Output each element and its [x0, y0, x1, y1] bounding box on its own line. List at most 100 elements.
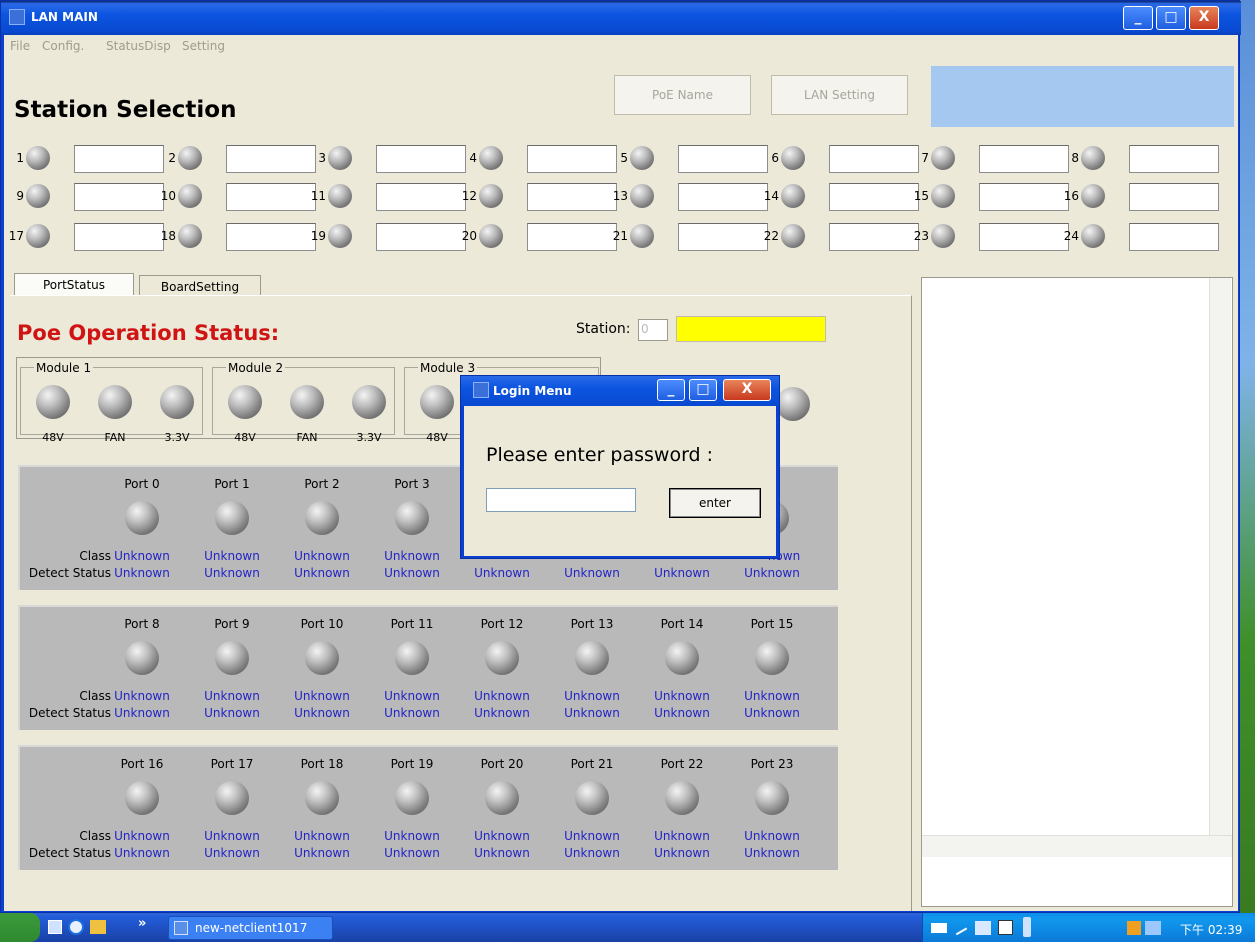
station-name-field[interactable] [979, 183, 1069, 211]
minimize-button[interactable]: _ [1123, 6, 1153, 30]
station-name-field[interactable] [979, 223, 1069, 251]
menu-statusdisp[interactable]: StatusDisp [106, 39, 171, 53]
station-name-field[interactable] [74, 145, 164, 173]
dialog-minimize-button[interactable]: _ [657, 379, 685, 401]
log-horizontal-scrollbar[interactable] [922, 835, 1232, 857]
station-led[interactable] [178, 224, 202, 248]
station-led[interactable] [931, 224, 955, 248]
station-led[interactable] [26, 146, 50, 170]
log-vertical-scrollbar[interactable] [1209, 278, 1231, 848]
log-pane[interactable] [921, 277, 1233, 907]
folder-icon[interactable] [90, 920, 106, 934]
station-name-field[interactable] [1129, 183, 1219, 211]
station-led[interactable] [630, 146, 654, 170]
port-class-value: Unknown [564, 689, 620, 703]
station-name-field[interactable] [226, 223, 316, 251]
maximize-button[interactable]: □ [1156, 6, 1186, 30]
taskbar-item[interactable]: new-netclient1017 [168, 916, 333, 940]
station-led[interactable] [1081, 224, 1105, 248]
title-bar[interactable]: LAN MAIN _ □ X [1, 1, 1241, 35]
station-led[interactable] [328, 184, 352, 208]
station-name-field[interactable] [829, 145, 919, 173]
station-led[interactable] [1081, 184, 1105, 208]
start-button[interactable] [0, 913, 40, 942]
menu-config[interactable]: Config. [42, 39, 84, 53]
poe-name-button[interactable]: PoE Name [614, 75, 751, 115]
station-led[interactable] [1081, 146, 1105, 170]
quicklaunch-chevron-icon[interactable]: » [138, 916, 146, 931]
station-led[interactable] [479, 224, 503, 248]
station-name-field[interactable] [1129, 145, 1219, 173]
port-detect-value: Unknown [654, 566, 710, 580]
station-led[interactable] [781, 184, 805, 208]
language-bar-icon[interactable] [975, 921, 991, 935]
station-name-field[interactable] [829, 223, 919, 251]
station-name-field[interactable] [376, 183, 466, 211]
enter-button[interactable]: enter [669, 488, 761, 518]
station-number: 6 [771, 151, 779, 165]
station-led[interactable] [781, 224, 805, 248]
station-led[interactable] [26, 184, 50, 208]
port-detect-value: Unknown [384, 566, 440, 580]
port-class-value: Unknown [384, 829, 440, 843]
password-input[interactable] [486, 488, 636, 512]
port-detect-value: Unknown [564, 566, 620, 580]
station-name-field[interactable] [376, 223, 466, 251]
station-name-field[interactable] [74, 183, 164, 211]
station-led[interactable] [178, 146, 202, 170]
station-name-field[interactable] [527, 183, 617, 211]
show-desktop-icon[interactable] [48, 920, 62, 934]
station-led[interactable] [931, 184, 955, 208]
browser-icon[interactable] [68, 919, 84, 935]
port-led [755, 641, 789, 675]
station-name-field[interactable] [226, 145, 316, 173]
keyboard-icon[interactable] [931, 923, 947, 933]
station-number-field[interactable]: 0 [638, 319, 668, 341]
network-icon[interactable] [1127, 921, 1141, 935]
port-class-value: Unknown [654, 829, 710, 843]
station-name-highlight [676, 316, 826, 342]
port-led [125, 501, 159, 535]
dialog-close-button[interactable]: X [723, 379, 771, 401]
station-name-field[interactable] [376, 145, 466, 173]
pen-icon[interactable] [950, 918, 968, 936]
station-number: 4 [469, 151, 477, 165]
options-icon[interactable] [1023, 917, 1031, 937]
station-led[interactable] [931, 146, 955, 170]
port-detect-value: Unknown [294, 566, 350, 580]
station-led[interactable] [328, 146, 352, 170]
monitor-icon[interactable] [1145, 921, 1161, 935]
station-led[interactable] [178, 184, 202, 208]
lan-setting-button[interactable]: LAN Setting [771, 75, 908, 115]
help-icon[interactable] [998, 920, 1013, 935]
module-label: Module 1 [34, 361, 94, 375]
port-detect-value: Unknown [114, 566, 170, 580]
station-name-field[interactable] [678, 223, 768, 251]
menu-setting[interactable]: Setting [182, 39, 225, 53]
dialog-maximize-button[interactable]: □ [689, 379, 717, 401]
station-number: 24 [1063, 229, 1079, 243]
station-name-field[interactable] [74, 223, 164, 251]
station-name-field[interactable] [527, 145, 617, 173]
station-name-field[interactable] [527, 223, 617, 251]
station-name-field[interactable] [979, 145, 1069, 173]
station-name-field[interactable] [829, 183, 919, 211]
station-led[interactable] [328, 224, 352, 248]
station-number: 23 [913, 229, 929, 243]
station-number: 20 [461, 229, 477, 243]
station-name-field[interactable] [678, 183, 768, 211]
dialog-title-bar[interactable]: Login Menu _ □ X [461, 376, 779, 406]
station-led[interactable] [479, 184, 503, 208]
station-led[interactable] [630, 184, 654, 208]
station-led[interactable] [781, 146, 805, 170]
station-name-field[interactable] [1129, 223, 1219, 251]
menu-file[interactable]: File [10, 39, 30, 53]
station-name-field[interactable] [226, 183, 316, 211]
tab-portstatus[interactable]: PortStatus [14, 273, 134, 297]
close-button[interactable]: X [1189, 6, 1219, 30]
station-led[interactable] [630, 224, 654, 248]
station-name-field[interactable] [678, 145, 768, 173]
station-number: 17 [8, 229, 24, 243]
station-led[interactable] [26, 224, 50, 248]
station-led[interactable] [479, 146, 503, 170]
